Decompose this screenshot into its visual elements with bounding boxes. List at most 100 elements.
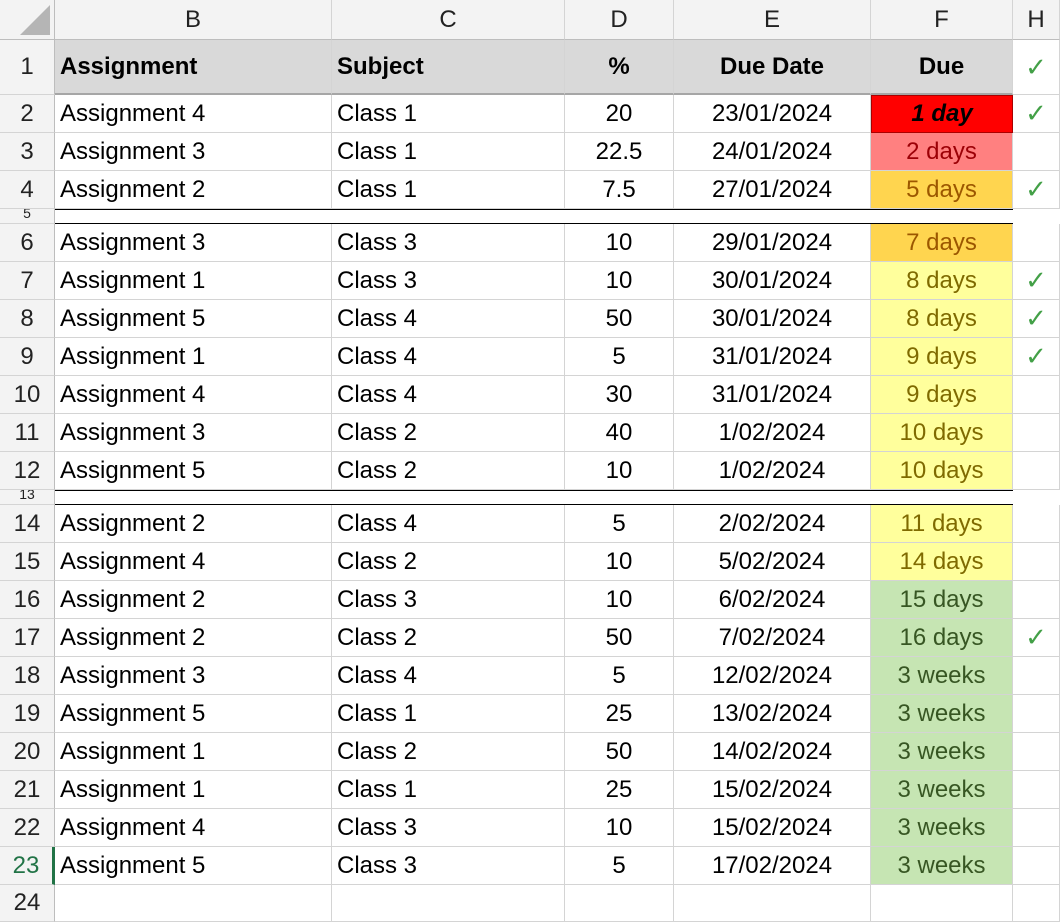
header-cell-done[interactable]: ✓ xyxy=(1013,40,1060,95)
empty-cell[interactable] xyxy=(871,885,1013,922)
cell-percent[interactable]: 10 xyxy=(565,581,674,619)
cell-assignment[interactable]: Assignment 4 xyxy=(55,809,332,847)
cell-subject[interactable]: Class 4 xyxy=(332,300,565,338)
cell-subject[interactable]: Class 3 xyxy=(332,224,565,262)
due-badge[interactable]: 9 days xyxy=(871,338,1013,376)
cell-due-date[interactable]: 15/02/2024 xyxy=(674,809,871,847)
cell-due-date[interactable]: 1/02/2024 xyxy=(674,452,871,490)
cell-subject[interactable]: Class 3 xyxy=(332,809,565,847)
cell-assignment[interactable]: Assignment 2 xyxy=(55,581,332,619)
cell-assignment[interactable]: Assignment 1 xyxy=(55,262,332,300)
column-header-d[interactable]: D xyxy=(565,0,674,40)
cell-percent[interactable]: 5 xyxy=(565,505,674,543)
cell-subject[interactable]: Class 1 xyxy=(332,695,565,733)
cell-due-date[interactable]: 27/01/2024 xyxy=(674,171,871,209)
cell-due-date[interactable]: 30/01/2024 xyxy=(674,300,871,338)
done-checkmark-icon[interactable] xyxy=(1013,133,1060,171)
cell-assignment[interactable]: Assignment 3 xyxy=(55,657,332,695)
row-header-24[interactable]: 24 xyxy=(0,885,55,922)
cell-due-date[interactable]: 12/02/2024 xyxy=(674,657,871,695)
row-header-1[interactable]: 1 xyxy=(0,40,55,95)
row-header-14[interactable]: 14 xyxy=(0,505,55,543)
row-header-19[interactable]: 19 xyxy=(0,695,55,733)
cell-subject[interactable]: Class 2 xyxy=(332,452,565,490)
column-header-e[interactable]: E xyxy=(674,0,871,40)
cell-assignment[interactable]: Assignment 1 xyxy=(55,338,332,376)
cell-assignment[interactable]: Assignment 4 xyxy=(55,543,332,581)
due-badge[interactable]: 10 days xyxy=(871,452,1013,490)
done-checkmark-icon[interactable] xyxy=(1013,452,1060,490)
cell-subject[interactable]: Class 1 xyxy=(332,171,565,209)
row-header-13[interactable]: 13 xyxy=(0,490,55,505)
row-header-5[interactable]: 5 xyxy=(0,209,55,224)
done-checkmark-icon[interactable] xyxy=(1013,695,1060,733)
cell-subject[interactable]: Class 3 xyxy=(332,847,565,885)
done-checkmark-icon[interactable] xyxy=(1013,581,1060,619)
row-header-4[interactable]: 4 xyxy=(0,171,55,209)
select-all-corner[interactable] xyxy=(0,0,55,40)
cell-assignment[interactable]: Assignment 5 xyxy=(55,300,332,338)
done-checkmark-icon[interactable] xyxy=(1013,847,1060,885)
header-cell-due-date[interactable]: Due Date xyxy=(674,40,871,95)
cell-assignment[interactable]: Assignment 1 xyxy=(55,733,332,771)
cell-assignment[interactable]: Assignment 3 xyxy=(55,224,332,262)
cell-percent[interactable]: 10 xyxy=(565,543,674,581)
cell-assignment[interactable]: Assignment 5 xyxy=(55,452,332,490)
done-checkmark-icon[interactable] xyxy=(1013,657,1060,695)
due-badge[interactable]: 3 weeks xyxy=(871,657,1013,695)
row-header-18[interactable]: 18 xyxy=(0,657,55,695)
row-header-8[interactable]: 8 xyxy=(0,300,55,338)
row-header-21[interactable]: 21 xyxy=(0,771,55,809)
empty-cell[interactable] xyxy=(55,885,332,922)
done-checkmark-icon[interactable] xyxy=(1013,733,1060,771)
column-header-h[interactable]: H xyxy=(1013,0,1060,40)
cell-percent[interactable]: 50 xyxy=(565,300,674,338)
cell-due-date[interactable]: 14/02/2024 xyxy=(674,733,871,771)
row-header-23[interactable]: 23 xyxy=(0,847,55,885)
row-header-17[interactable]: 17 xyxy=(0,619,55,657)
empty-cell[interactable] xyxy=(332,885,565,922)
due-badge[interactable]: 9 days xyxy=(871,376,1013,414)
row-header-10[interactable]: 10 xyxy=(0,376,55,414)
done-checkmark-icon[interactable]: ✓ xyxy=(1013,619,1060,657)
cell-due-date[interactable]: 5/02/2024 xyxy=(674,543,871,581)
cell-percent[interactable]: 10 xyxy=(565,452,674,490)
column-header-c[interactable]: C xyxy=(332,0,565,40)
row-header-6[interactable]: 6 xyxy=(0,224,55,262)
cell-due-date[interactable]: 7/02/2024 xyxy=(674,619,871,657)
cell-due-date[interactable]: 30/01/2024 xyxy=(674,262,871,300)
done-checkmark-icon[interactable] xyxy=(1013,771,1060,809)
row-header-2[interactable]: 2 xyxy=(0,95,55,133)
header-cell-subject[interactable]: Subject xyxy=(332,40,565,95)
cell-assignment[interactable]: Assignment 3 xyxy=(55,414,332,452)
done-checkmark-icon[interactable] xyxy=(1013,543,1060,581)
cell-assignment[interactable]: Assignment 2 xyxy=(55,619,332,657)
cell-percent[interactable]: 25 xyxy=(565,771,674,809)
done-checkmark-icon[interactable] xyxy=(1013,809,1060,847)
cell-subject[interactable]: Class 4 xyxy=(332,505,565,543)
due-badge[interactable]: 8 days xyxy=(871,300,1013,338)
row-header-12[interactable]: 12 xyxy=(0,452,55,490)
done-checkmark-icon[interactable] xyxy=(1013,414,1060,452)
cell-percent[interactable]: 10 xyxy=(565,809,674,847)
done-checkmark-icon[interactable] xyxy=(1013,376,1060,414)
cell-percent[interactable]: 7.5 xyxy=(565,171,674,209)
cell-percent[interactable]: 5 xyxy=(565,338,674,376)
cell-subject[interactable]: Class 1 xyxy=(332,133,565,171)
cell-due-date[interactable]: 24/01/2024 xyxy=(674,133,871,171)
due-badge[interactable]: 3 weeks xyxy=(871,733,1013,771)
due-badge[interactable]: 14 days xyxy=(871,543,1013,581)
cell-due-date[interactable]: 2/02/2024 xyxy=(674,505,871,543)
header-cell-due[interactable]: Due xyxy=(871,40,1013,95)
row-header-3[interactable]: 3 xyxy=(0,133,55,171)
done-checkmark-icon[interactable] xyxy=(1013,224,1060,262)
cell-assignment[interactable]: Assignment 5 xyxy=(55,695,332,733)
due-badge[interactable]: 3 weeks xyxy=(871,809,1013,847)
done-checkmark-icon[interactable]: ✓ xyxy=(1013,171,1060,209)
cell-due-date[interactable]: 6/02/2024 xyxy=(674,581,871,619)
due-badge[interactable]: 15 days xyxy=(871,581,1013,619)
column-header-b[interactable]: B xyxy=(55,0,332,40)
cell-subject[interactable]: Class 4 xyxy=(332,376,565,414)
cell-percent[interactable]: 30 xyxy=(565,376,674,414)
cell-percent[interactable]: 50 xyxy=(565,733,674,771)
